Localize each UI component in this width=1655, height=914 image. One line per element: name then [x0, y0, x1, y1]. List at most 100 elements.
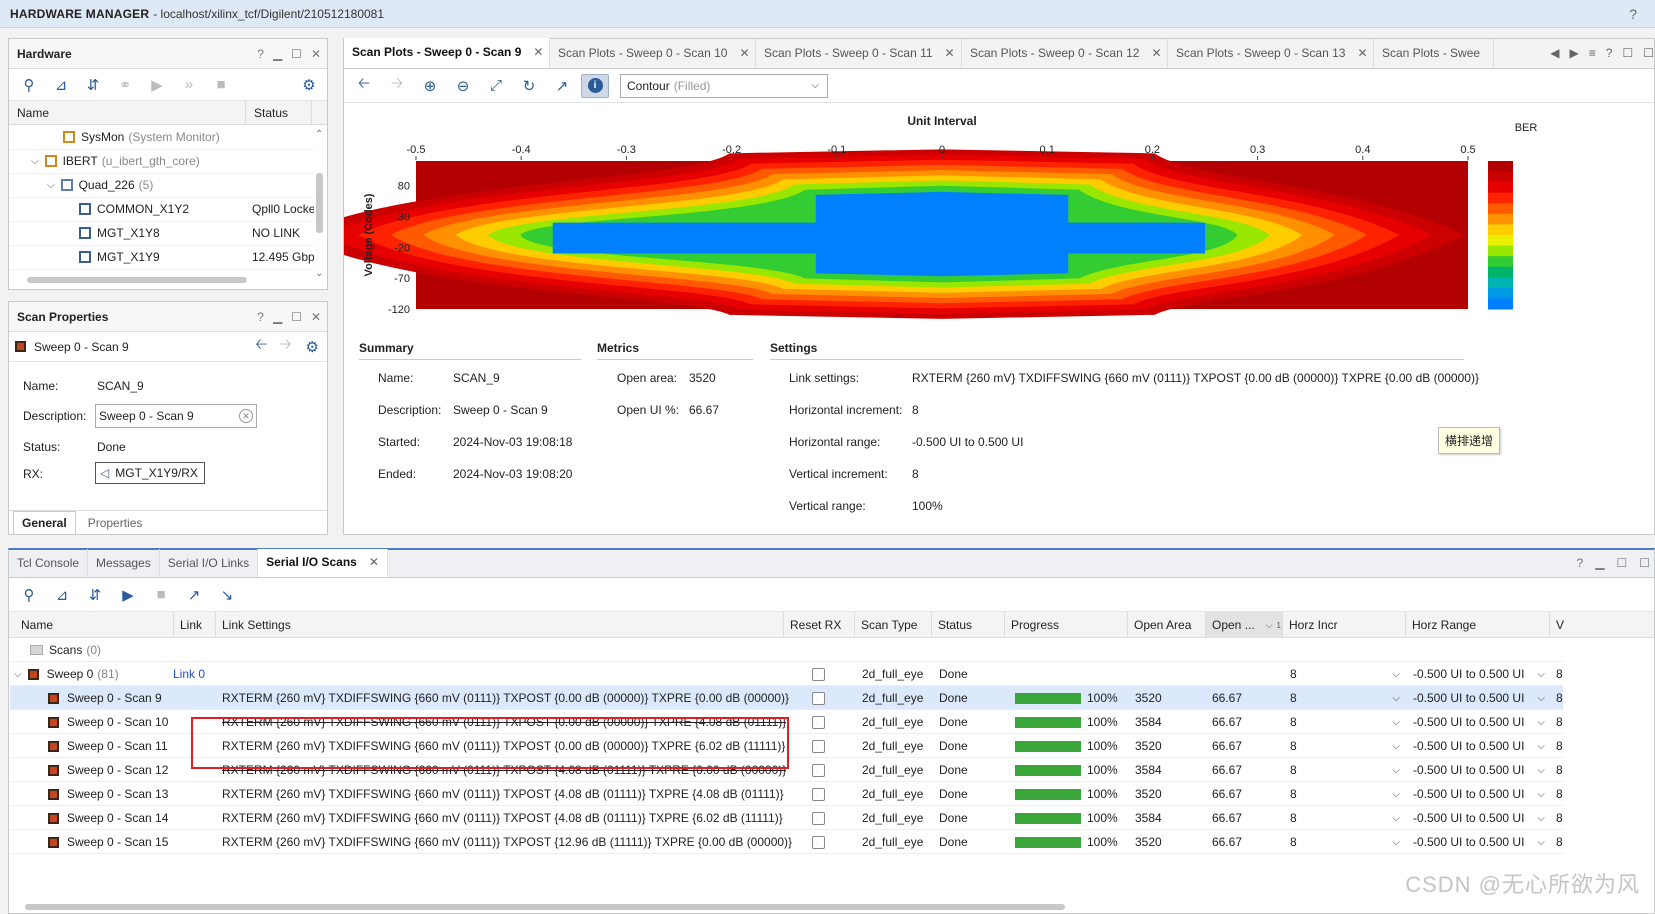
tree-row[interactable]: MGT_X1Y8 NO LINK [9, 221, 314, 246]
gear-icon[interactable]: ⚙ [306, 338, 319, 356]
help-icon[interactable]: ? [257, 47, 264, 61]
horz-incr-select[interactable]: 8 ⌵ [1290, 710, 1400, 734]
column-header[interactable]: Scan Type [854, 612, 917, 638]
column-header[interactable]: Horz Range [1405, 612, 1476, 638]
close-icon[interactable]: ✕ [369, 555, 379, 569]
tab-scan-plot[interactable]: Scan Plots - Sweep 0 - Scan 11 ✕ [756, 38, 962, 68]
tab-serial-io-links[interactable]: Serial I/O Links [160, 549, 259, 577]
column-header[interactable]: Horz Incr [1282, 612, 1338, 638]
reset-rx-checkbox[interactable] [812, 763, 825, 777]
close-icon[interactable]: ✕ [945, 46, 955, 60]
collapse-all-icon[interactable]: ⊿ [47, 73, 75, 97]
reset-rx-checkbox[interactable] [812, 691, 825, 705]
chevron-down-icon[interactable]: ⌵ [14, 669, 22, 680]
zoom-fit-icon[interactable]: ⤢ [482, 74, 510, 98]
zoom-out-icon[interactable]: ⊖ [449, 74, 477, 98]
description-field[interactable]: Sweep 0 - Scan 9 ✕ [95, 404, 257, 428]
horz-incr-select[interactable]: 8 ⌵ [1290, 662, 1400, 686]
horz-range-select[interactable]: -0.500 UI to 0.500 UI ⌵ [1413, 806, 1545, 830]
horz-range-select[interactable]: -0.500 UI to 0.500 UI ⌵ [1413, 686, 1545, 710]
maximize-icon[interactable]: ☐ [1639, 556, 1650, 570]
run-icon[interactable]: ▶ [114, 583, 142, 607]
table-row[interactable]: Sweep 0 - Scan 13 RXTERM {260 mV} TXDIFFS… [10, 782, 1563, 806]
horz-incr-select[interactable]: 8 ⌵ [1290, 782, 1400, 806]
horz-range-select[interactable]: -0.500 UI to 0.500 UI ⌵ [1413, 734, 1545, 758]
chevron-down-icon[interactable]: ⌵ [31, 156, 39, 167]
tree-row[interactable]: SysMon (System Monitor) [9, 125, 314, 150]
run-all-icon[interactable]: » [175, 73, 203, 97]
tree-row[interactable]: ⌵ Quad_226 (5) [9, 173, 314, 198]
info-icon[interactable]: i [581, 73, 609, 98]
tab-properties[interactable]: Properties [76, 512, 155, 534]
table-row[interactable]: Scans (0) [10, 638, 1563, 662]
sort-icon[interactable]: ⌵ [1266, 620, 1273, 631]
column-header[interactable]: Progress [1004, 612, 1059, 638]
back-arrow-icon[interactable]: 🡠 [255, 334, 267, 359]
reset-rx-checkbox[interactable] [812, 667, 825, 681]
tab-scroll-left-icon[interactable]: ◀ [1550, 46, 1559, 60]
horz-incr-select[interactable]: 8 ⌵ [1290, 806, 1400, 830]
tab-messages[interactable]: Messages [88, 549, 160, 577]
tree-row[interactable]: COMMON_X1Y2 Qpll0 Locke [9, 197, 314, 222]
horz-incr-select[interactable]: 8 ⌵ [1290, 758, 1400, 782]
forward-arrow-icon[interactable]: 🡢 [383, 74, 411, 98]
horizontal-scrollbar[interactable] [25, 903, 1655, 911]
reset-rx-checkbox[interactable] [812, 715, 825, 729]
link-value[interactable]: Link 0 [173, 662, 205, 686]
stop-icon[interactable]: ■ [207, 73, 235, 97]
close-icon[interactable]: ✕ [311, 47, 321, 61]
refresh-icon[interactable]: ↻ [515, 74, 543, 98]
table-row[interactable]: Sweep 0 - Scan 15 RXTERM {260 mV} TXDIFFS… [10, 830, 1563, 854]
search-icon[interactable]: ⚲ [15, 73, 43, 97]
table-row[interactable]: Sweep 0 - Scan 14 RXTERM {260 mV} TXDIFFS… [10, 806, 1563, 830]
chevron-down-icon[interactable]: ⌵ [47, 180, 55, 191]
import-icon[interactable]: ↘ [213, 583, 241, 607]
zoom-in-icon[interactable]: ⊕ [416, 74, 444, 98]
tab-scan-plot[interactable]: Scan Plots - Sweep 0 - Scan 13 ✕ [1168, 38, 1374, 68]
close-icon[interactable]: ✕ [1151, 46, 1161, 60]
tree-row[interactable]: MGT_X1Y9 12.495 Gbp [9, 245, 314, 270]
restore-icon[interactable]: ☐ [1622, 46, 1633, 60]
column-header[interactable]: Reset RX [783, 612, 841, 638]
column-header[interactable]: V [1549, 612, 1564, 638]
tab-list-icon[interactable]: ≡ [1589, 46, 1596, 60]
help-icon[interactable]: ? [1606, 46, 1613, 60]
plot-type-select[interactable]: Contour (Filled) ⌵ [620, 73, 828, 98]
tab-scan-plot[interactable]: Scan Plots - Sweep 0 - Scan 12 ✕ [962, 38, 1168, 68]
horz-incr-select[interactable]: 8 ⌵ [1290, 830, 1400, 854]
auto-connect-icon[interactable]: ⚭ [111, 73, 139, 97]
horz-range-select[interactable]: -0.500 UI to 0.500 UI ⌵ [1413, 830, 1545, 854]
reset-rx-checkbox[interactable] [812, 739, 825, 753]
horz-range-select[interactable]: -0.500 UI to 0.500 UI ⌵ [1413, 710, 1545, 734]
tab-serial-io-scans[interactable]: Serial I/O Scans ✕ [258, 549, 388, 577]
reset-rx-checkbox[interactable] [812, 835, 825, 849]
run-icon[interactable]: ▶ [143, 73, 171, 97]
back-arrow-icon[interactable]: 🡠 [350, 74, 378, 98]
close-icon[interactable]: ✕ [311, 310, 321, 324]
close-icon[interactable]: ✕ [739, 46, 749, 60]
tab-scan-plot[interactable]: Scan Plots - Swee [1374, 38, 1494, 68]
tab-scroll-right-icon[interactable]: ▶ [1570, 46, 1579, 60]
minimize-icon[interactable]: ▁ [1595, 556, 1604, 570]
tab-scan-plot[interactable]: Scan Plots - Sweep 0 - Scan 10 ✕ [550, 38, 756, 68]
minimize-icon[interactable]: ▁ [273, 47, 282, 61]
horz-incr-select[interactable]: 8 ⌵ [1290, 734, 1400, 758]
horz-range-select[interactable]: -0.500 UI to 0.500 UI ⌵ [1413, 782, 1545, 806]
close-icon[interactable]: ✕ [1357, 46, 1367, 60]
horz-range-select[interactable]: -0.500 UI to 0.500 UI ⌵ [1413, 758, 1545, 782]
col-status[interactable]: Status [246, 101, 312, 124]
export-icon[interactable]: ↗ [548, 74, 576, 98]
forward-arrow-icon[interactable]: 🡢 [279, 334, 291, 359]
horz-range-select[interactable]: -0.500 UI to 0.500 UI ⌵ [1413, 662, 1545, 686]
close-icon[interactable]: ✕ [533, 45, 543, 59]
help-icon[interactable]: ? [1577, 556, 1584, 570]
export-icon[interactable]: ↗ [180, 583, 208, 607]
column-header[interactable]: Open ... ⌵ 1 [1205, 612, 1283, 638]
column-header[interactable]: Link Settings [215, 612, 291, 638]
rx-field[interactable]: ◁ MGT_X1Y9/RX [95, 462, 205, 484]
horizontal-scrollbar[interactable] [15, 276, 315, 284]
tab-tcl-console[interactable]: Tcl Console [9, 549, 89, 577]
eye-scan-plot[interactable]: Unit Interval -0.5 -0.4 -0.3 -0.2 -0.1 0 0.1 0.2… [344, 103, 1654, 327]
column-header[interactable]: Status [931, 612, 972, 638]
tab-general[interactable]: General [13, 511, 76, 534]
